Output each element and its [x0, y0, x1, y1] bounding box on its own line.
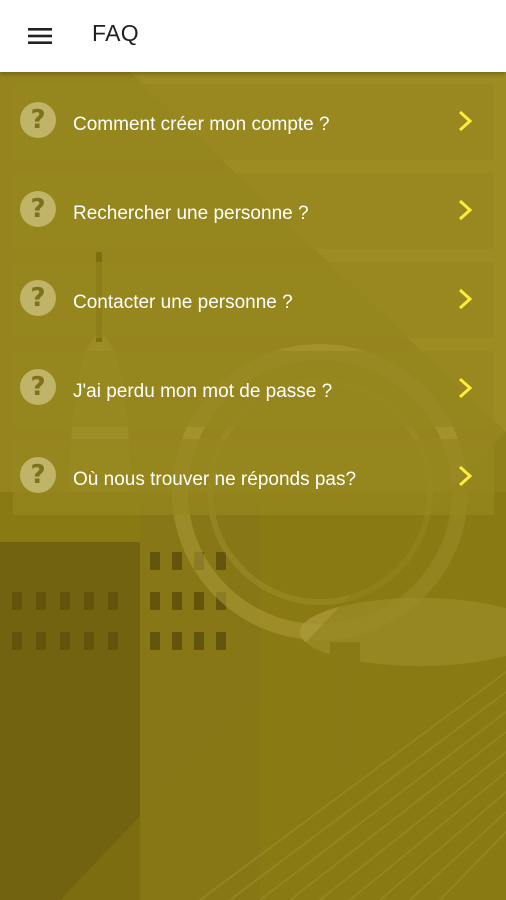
app-bar: FAQ	[0, 0, 506, 72]
faq-item-create-account[interactable]: ? Comment créer mon compte ?	[13, 84, 494, 160]
question-circle-icon: ?	[20, 102, 56, 138]
faq-item-find-us[interactable]: ? Où nous trouver ne réponds pas?	[13, 439, 494, 515]
question-circle-icon: ?	[20, 457, 56, 493]
question-circle-icon: ?	[20, 369, 56, 405]
faq-item-label: Rechercher une personne ?	[73, 203, 309, 224]
faq-item-label: Contacter une personne ?	[73, 292, 293, 313]
faq-item-label: Comment créer mon compte ?	[73, 114, 330, 135]
question-circle-icon: ?	[20, 280, 56, 316]
faq-item-label: Où nous trouver ne réponds pas?	[73, 469, 357, 490]
chevron-right-icon	[458, 199, 472, 221]
chevron-right-icon	[458, 288, 472, 310]
faq-item-label: J'ai perdu mon mot de passe ?	[73, 381, 333, 402]
faq-item-search-person[interactable]: ? Rechercher une personne ?	[13, 173, 494, 249]
chevron-right-icon	[458, 465, 472, 487]
question-circle-icon: ?	[20, 191, 56, 227]
faq-item-lost-password[interactable]: ? J'ai perdu mon mot de passe ?	[13, 351, 494, 427]
page-title: FAQ	[92, 20, 139, 46]
hamburger-menu-icon[interactable]	[18, 18, 62, 54]
chevron-right-icon	[458, 110, 472, 132]
chevron-right-icon	[458, 377, 472, 399]
faq-item-contact-person[interactable]: ? Contacter une personne ?	[13, 262, 494, 338]
